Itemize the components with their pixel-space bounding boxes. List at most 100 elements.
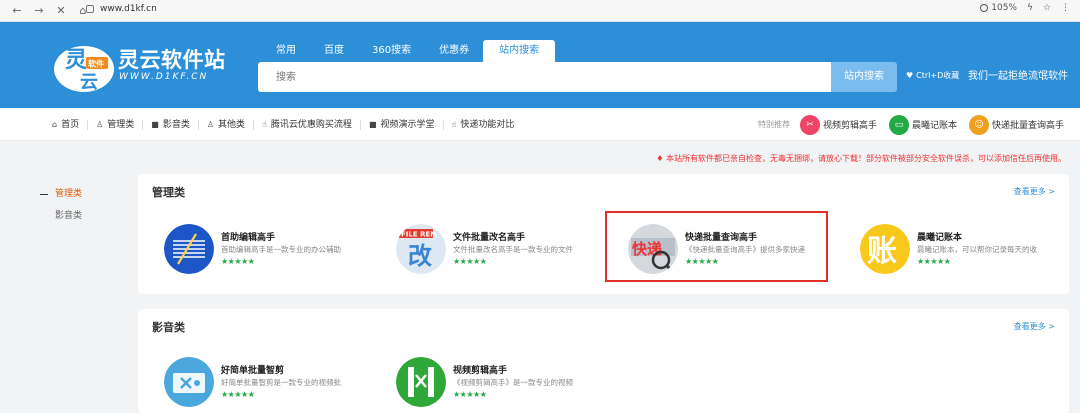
rename-glyph: 改 bbox=[408, 242, 432, 270]
view-more-link[interactable]: 查看更多 > bbox=[1014, 186, 1055, 197]
rename-badge: FILE REN bbox=[401, 231, 436, 239]
thumb-icon: ☝ bbox=[451, 119, 457, 129]
highlight-frame bbox=[605, 211, 828, 282]
zoom-indicator[interactable]: 105% bbox=[980, 3, 1017, 13]
recommend-item-label: 晨曦记账本 bbox=[912, 121, 958, 131]
nav-item-other[interactable]: ♙ 其他类 bbox=[199, 119, 255, 130]
recommend-label: 特别推荐 bbox=[758, 120, 790, 129]
site-header: 灵 软件 云 灵云软件站 WWW.D1KF.CN 常用 百度 360搜索 优惠券… bbox=[0, 22, 1080, 108]
app-rating: ★★★★★ bbox=[453, 257, 487, 266]
bookmark-text: Ctrl+D收藏 bbox=[916, 71, 960, 80]
nav-item-media[interactable]: ■ 影音类 bbox=[143, 119, 199, 130]
logo-badge-mid: 软件 bbox=[88, 59, 104, 69]
category-nav: ⌂ 首页 ♙ 管理类 ■ 影音类 ♙ 其他类 ☝ 腾讯云优惠购买流程 ■ 视频演示学堂 ☝ 快… bbox=[0, 108, 1080, 141]
account-book-glyph: 账 bbox=[867, 234, 897, 269]
editor-icon bbox=[164, 224, 214, 274]
nav-item-home[interactable]: ⌂ 首页 bbox=[52, 119, 89, 130]
site-logo[interactable]: 灵 软件 云 灵云软件站 WWW.D1KF.CN bbox=[52, 40, 242, 96]
app-card-smart-cut[interactable]: 好简单批量智剪 好简单批量智剪是一款专业的视频批 ★★★★★ bbox=[164, 357, 389, 409]
nav-item-management[interactable]: ♙ 管理类 bbox=[88, 119, 144, 130]
app-rating: ★★★★★ bbox=[917, 257, 951, 266]
logo-name: 灵云软件站 bbox=[118, 48, 226, 72]
address-bar[interactable]: www.d1kf.cn bbox=[86, 4, 157, 14]
warning-icon: ♦ bbox=[656, 154, 664, 163]
nav-item-label: 腾讯云优惠购买流程 bbox=[270, 119, 352, 130]
nav-item-label: 首页 bbox=[61, 119, 80, 130]
section-media: 影音类 查看更多 > 好简单批量智剪 好简单批量智剪是一款专业的视频批 ★★★★… bbox=[138, 309, 1069, 413]
video-editor-icon bbox=[396, 357, 446, 407]
more-menu-icon[interactable]: ⋮ bbox=[1061, 3, 1070, 13]
category-sidebar: 管理类 影音类 bbox=[40, 183, 82, 227]
app-card-account-book[interactable]: 账 晨曦记账本 晨曦记账本，可以帮你记录每天的收 ★★★★★ bbox=[860, 224, 1080, 276]
logo-badge-icon: 灵 软件 云 bbox=[54, 46, 114, 93]
site-info-icon[interactable] bbox=[86, 5, 94, 13]
sidebar-item-label: 影音类 bbox=[55, 211, 83, 221]
nav-item-express-compare[interactable]: ☝ 快递功能对比 bbox=[444, 120, 523, 130]
tab-360[interactable]: 360搜索 bbox=[358, 40, 425, 62]
back-arrow-icon[interactable]: ← bbox=[6, 0, 28, 22]
browser-toolbar: ← → ✕ ⌂ www.d1kf.cn 105% ϟ ☆ ⋮ bbox=[0, 0, 1080, 22]
home-icon: ⌂ bbox=[52, 119, 58, 129]
nav-item-tencent-cloud[interactable]: ☝ 腾讯云优惠购买流程 bbox=[254, 119, 361, 130]
nav-item-label: 视频演示学堂 bbox=[380, 119, 435, 130]
account-book-icon: ▭ bbox=[889, 114, 910, 135]
notice-text: 本站所有软件都已亲自检查，无毒无捆绑，请放心下载！部分软件被部分安全软件误杀，可… bbox=[666, 154, 1066, 163]
close-icon[interactable]: ✕ bbox=[50, 0, 72, 22]
bolt-icon[interactable]: ϟ bbox=[1027, 3, 1033, 13]
active-marker bbox=[40, 193, 48, 195]
category-nav-items: ⌂ 首页 ♙ 管理类 ■ 影音类 ♙ 其他类 ☝ 腾讯云优惠购买流程 ■ 视频演示学堂 ☝ 快… bbox=[52, 108, 522, 141]
rename-icon: FILE REN 改 bbox=[396, 224, 446, 274]
video-editor-icon: ✂ bbox=[800, 114, 820, 135]
logo-site-url: WWW.D1KF.CN bbox=[119, 72, 209, 82]
app-card-editor[interactable]: 首助编辑高手 首助编辑高手是一款专业的办公辅助 ★★★★★ bbox=[164, 224, 389, 276]
user-icon: ♙ bbox=[206, 119, 215, 129]
app-description: 首助编辑高手是一款专业的办公辅助 bbox=[221, 245, 341, 254]
tab-common[interactable]: 常用 bbox=[262, 40, 310, 62]
nav-item-label: 快递功能对比 bbox=[460, 119, 515, 130]
account-book-icon: 账 bbox=[860, 224, 910, 274]
recommend-account-book[interactable]: ▭ 晨曦记账本 bbox=[889, 114, 958, 135]
forward-arrow-icon[interactable]: → bbox=[28, 0, 50, 22]
tab-coupon[interactable]: 优惠券 bbox=[425, 40, 483, 62]
logo-badge-top: 灵 bbox=[65, 48, 87, 73]
smart-cut-icon bbox=[164, 357, 214, 407]
zoom-icon bbox=[980, 4, 989, 12]
app-description: 好简单批量智剪是一款专业的视频批 bbox=[221, 378, 341, 387]
app-card-rename[interactable]: FILE REN 改 文件批量改名高手 文件批量改名高手是一款专业的文件 ★★★… bbox=[396, 224, 621, 276]
nav-item-label: 其他类 bbox=[218, 119, 246, 130]
url-text: www.d1kf.cn bbox=[100, 4, 157, 14]
app-rating: ★★★★★ bbox=[221, 257, 255, 266]
star-icon[interactable]: ☆ bbox=[1043, 3, 1051, 13]
search-box bbox=[258, 62, 831, 92]
video-icon: ■ bbox=[368, 119, 377, 129]
express-mascot-icon: ☺ bbox=[969, 114, 990, 135]
tab-site-search[interactable]: 站内搜索 bbox=[483, 40, 556, 62]
app-description: 文件批量改名高手是一款专业的文件 bbox=[453, 245, 573, 254]
bookmark-hint[interactable]: ♥ Ctrl+D收藏 bbox=[906, 70, 959, 81]
search-input[interactable] bbox=[258, 62, 831, 92]
tab-baidu[interactable]: 百度 bbox=[310, 40, 358, 62]
nav-item-label: 影音类 bbox=[162, 119, 190, 130]
sidebar-item-management[interactable]: 管理类 bbox=[40, 183, 82, 205]
thumb-icon: ☝ bbox=[262, 119, 267, 129]
logo-badge-bottom: 云 bbox=[80, 72, 98, 93]
app-description: 《视频剪辑高手》是一款专业的视频 bbox=[453, 378, 573, 387]
app-card-video-editor[interactable]: 视频剪辑高手 《视频剪辑高手》是一款专业的视频 ★★★★★ bbox=[396, 357, 621, 409]
view-more-link[interactable]: 查看更多 > bbox=[1014, 321, 1055, 332]
recommend-video-editor[interactable]: ✂ 视频剪辑高手 bbox=[800, 114, 877, 135]
recommend-express-query[interactable]: ☺ 快递批量查询高手 bbox=[969, 114, 1065, 135]
sidebar-item-label: 管理类 bbox=[55, 189, 83, 199]
recommend-item-label: 快递批量查询高手 bbox=[992, 121, 1065, 131]
nav-item-video-school[interactable]: ■ 视频演示学堂 bbox=[361, 119, 444, 130]
search-button[interactable]: 站内搜索 bbox=[831, 62, 897, 92]
sidebar-item-media[interactable]: 影音类 bbox=[40, 205, 82, 227]
app-name: 文件批量改名高手 bbox=[453, 233, 526, 243]
app-name: 首助编辑高手 bbox=[221, 233, 276, 243]
safety-notice: ♦ 本站所有软件都已亲自检查，无毒无捆绑，请放心下载！部分软件被部分安全软件误杀… bbox=[656, 153, 1066, 164]
video-icon: ■ bbox=[151, 119, 159, 129]
section-management: 管理类 查看更多 > 首助编辑高手 首助编辑高手是一款专业的办公辅助 ★★★★★… bbox=[138, 174, 1069, 294]
featured-recommendations: 特别推荐 ✂ 视频剪辑高手 ▭ 晨曦记账本 ☺ 快递批量查询高手 bbox=[758, 108, 1072, 141]
app-name: 好简单批量智剪 bbox=[221, 366, 285, 376]
app-rating: ★★★★★ bbox=[221, 390, 255, 399]
zoom-level: 105% bbox=[991, 3, 1017, 13]
